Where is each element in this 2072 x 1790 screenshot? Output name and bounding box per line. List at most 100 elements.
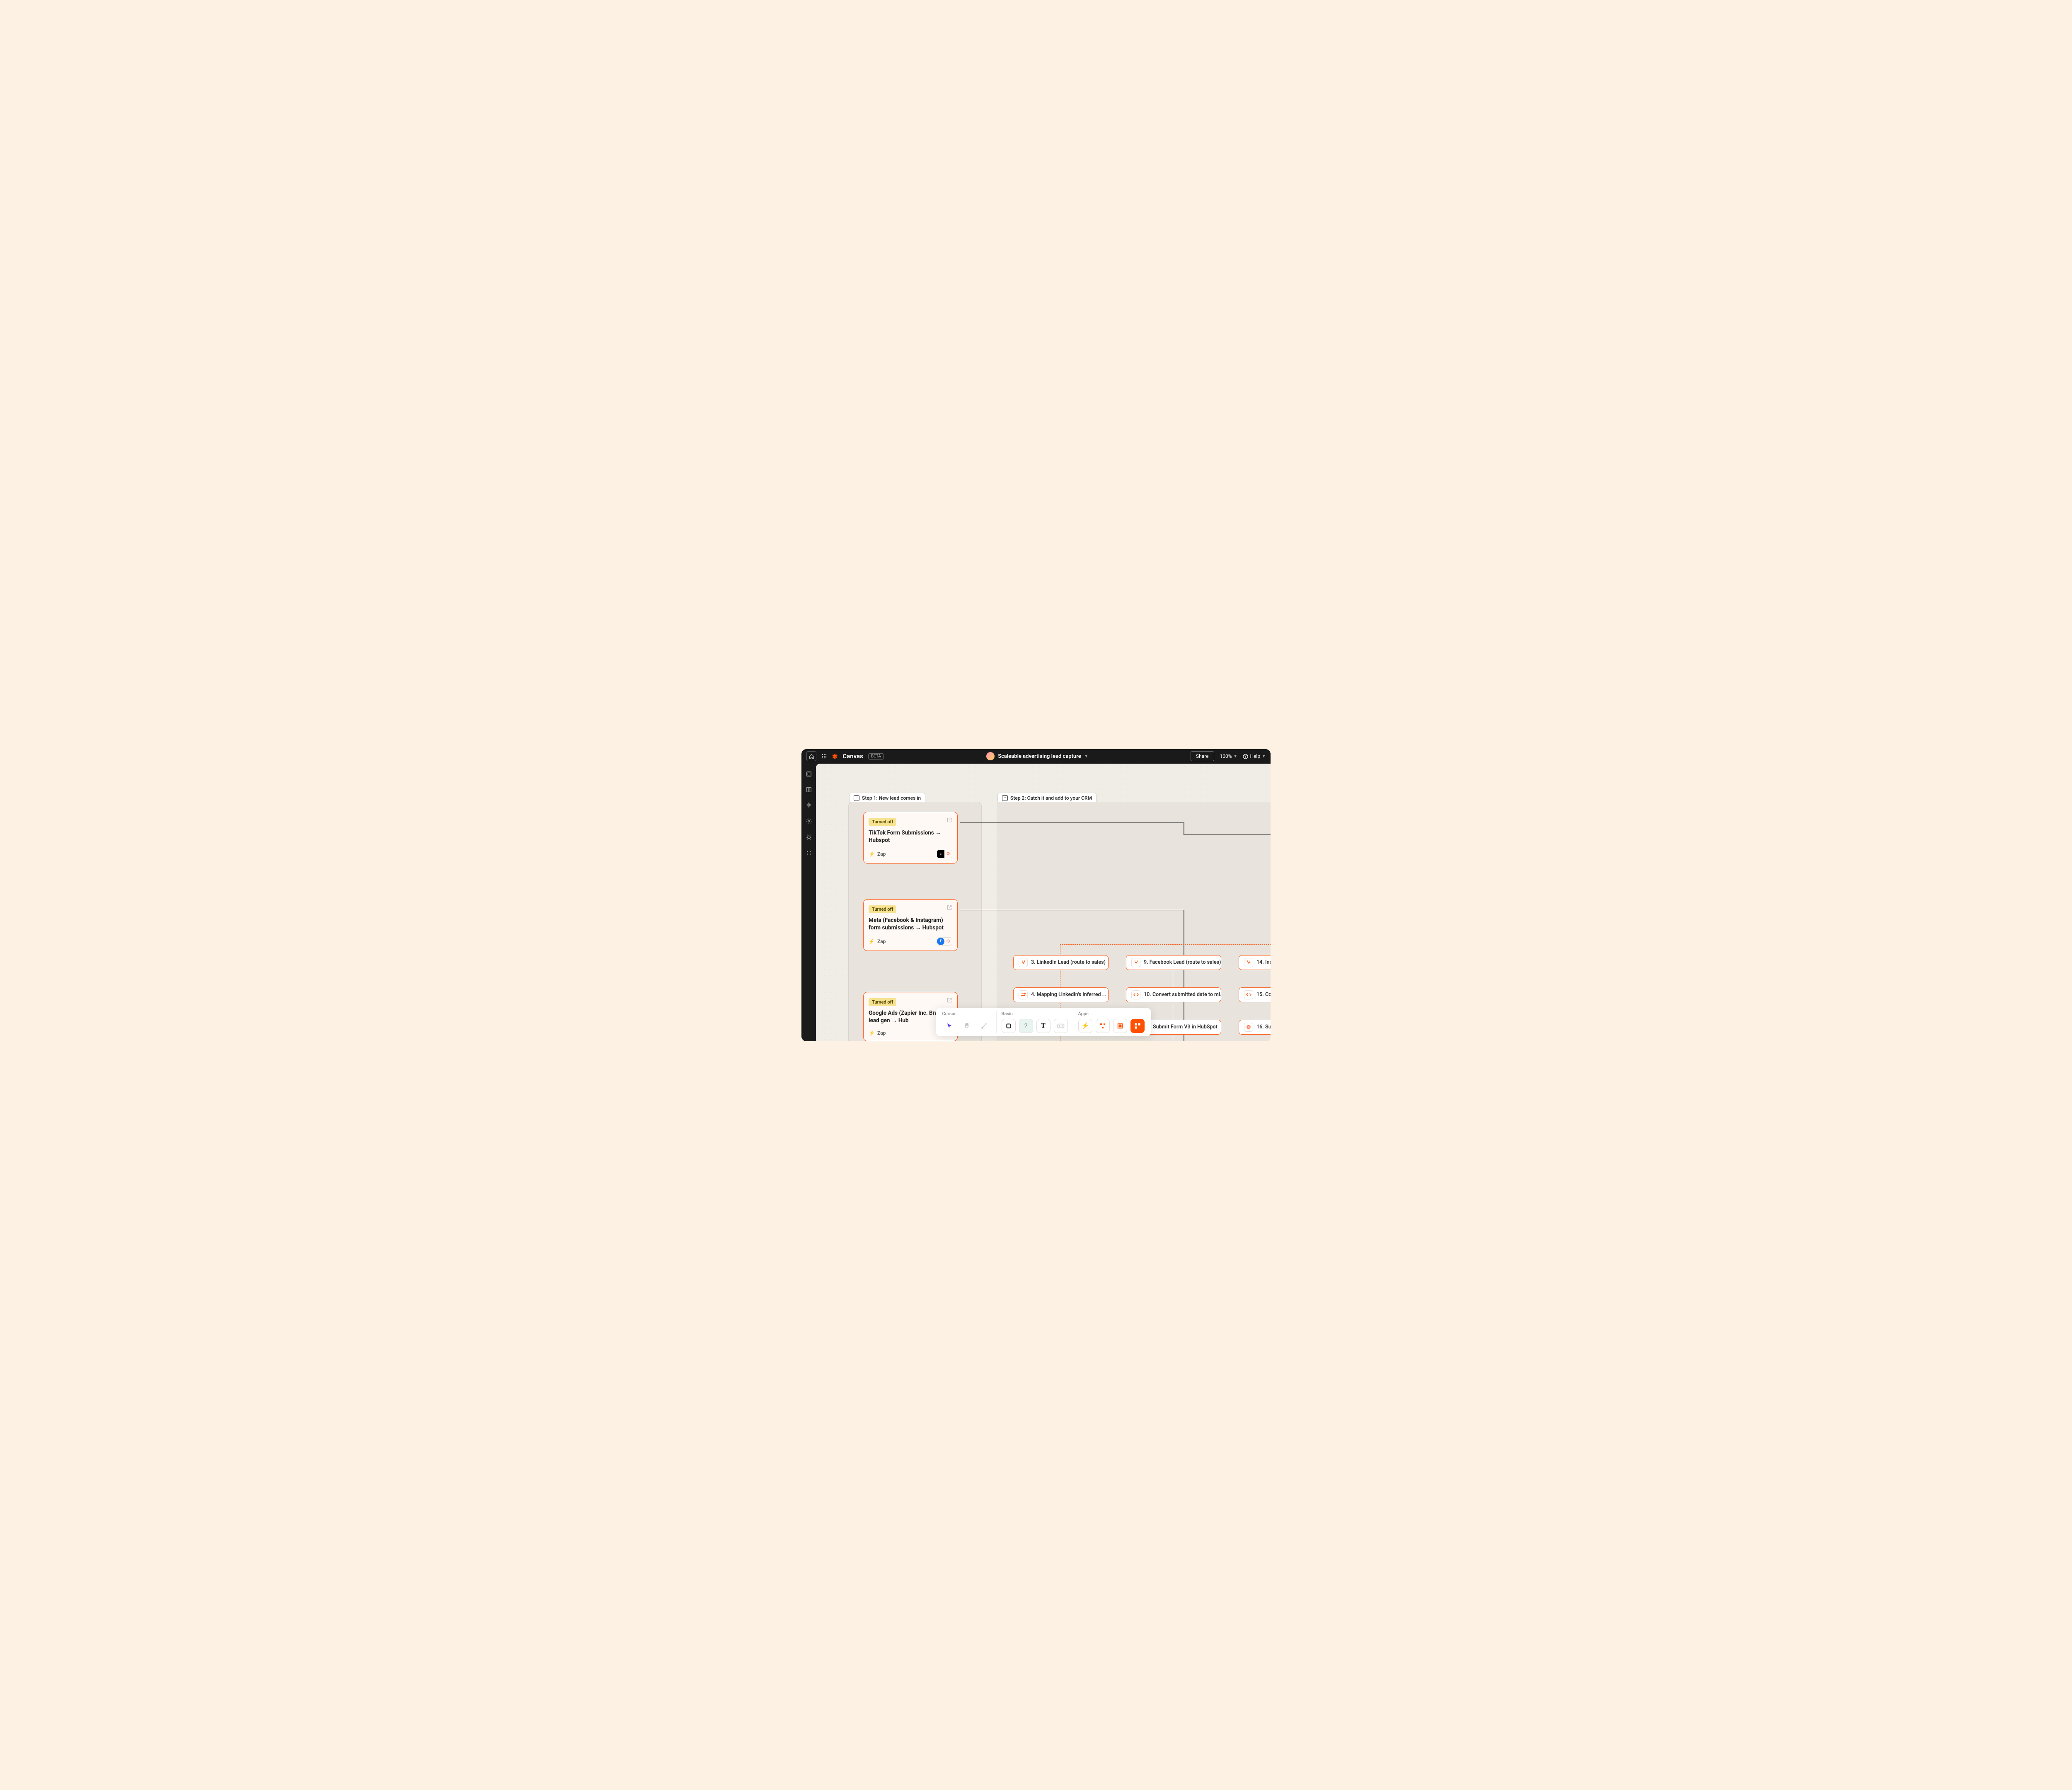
book-icon[interactable] (805, 786, 813, 793)
node-linkedin-lead[interactable]: 3. LinkedIn Lead (route to sales) (1013, 955, 1109, 970)
hubspot-icon: ⚙ (944, 850, 952, 858)
route-icon (1244, 958, 1253, 967)
tiktok-icon: ♪ (937, 850, 944, 858)
header: ✱ Canvas BETA Scaleable advertising lead… (801, 749, 1271, 764)
card-footer: ⚡Zap ♪ ⚙ (869, 850, 952, 858)
container-tool-button[interactable] (1054, 1019, 1068, 1033)
zap-label: ⚡Zap (869, 1030, 886, 1036)
node-label: 3. LinkedIn Lead (route to sales) (1031, 959, 1106, 965)
toolbar-group-cursor: Cursor (937, 1011, 997, 1033)
node-16[interactable]: ⚙ 16. Sub (1239, 1020, 1271, 1035)
node-14[interactable]: 14. Inst (1239, 955, 1271, 970)
toolbar-row (942, 1019, 991, 1033)
card-title: TikTok Form Submissions → Hubspot (869, 829, 952, 844)
toolbar-row: ⚡ (1078, 1019, 1145, 1033)
toolbar-row: ? T (1002, 1019, 1068, 1033)
zap-text: Zap (877, 939, 886, 944)
bolt-icon: ⚡ (869, 939, 875, 944)
facebook-icon: f (937, 938, 944, 945)
dots-icon[interactable] (805, 849, 813, 856)
table-app-button[interactable] (1113, 1019, 1127, 1033)
frame-icon[interactable] (805, 770, 813, 778)
app-icons: f ⚙ (937, 937, 952, 946)
zoom-dropdown[interactable]: 100%▼ (1220, 753, 1237, 759)
toolbar-label: Cursor (942, 1011, 991, 1016)
shape-tool-button[interactable] (1002, 1019, 1016, 1033)
node-label: 10. Convert submitted date to mi… (1144, 992, 1221, 998)
zoom-value: 100% (1220, 753, 1232, 759)
help-shape-button[interactable]: ? (1019, 1019, 1033, 1033)
node-label: Submit Form V3 in HubSpot (1153, 1024, 1218, 1030)
gear-icon[interactable] (805, 818, 813, 825)
home-button[interactable] (806, 751, 816, 761)
node-submit-hubspot[interactable]: Submit Form V3 in HubSpot (1147, 1020, 1221, 1035)
connector (1184, 834, 1271, 835)
beta-badge: BETA (868, 753, 884, 760)
hubspot-icon: ⚙ (1244, 1023, 1253, 1032)
route-icon (1019, 958, 1028, 967)
zapier-app-button[interactable] (1130, 1019, 1145, 1033)
bolt-icon: ⚡ (869, 1030, 875, 1036)
status-badge: Turned off (869, 905, 896, 913)
canvas[interactable]: ·· Step 1: New lead comes in ·· Step 2: … (816, 764, 1271, 1041)
open-icon[interactable] (946, 997, 952, 1003)
cursor-pointer-button[interactable] (942, 1019, 956, 1033)
chevron-down-icon: ▼ (1234, 754, 1237, 759)
card-footer: ⚡Zap f ⚙ (869, 937, 952, 946)
node-label: 14. Inst (1256, 959, 1271, 965)
zap-text: Zap (877, 1030, 886, 1036)
step-1-text: Step 1: New lead comes in (862, 795, 921, 801)
step-icon: ·· (1002, 795, 1008, 801)
help-label: Help (1250, 753, 1260, 759)
path-app-button[interactable] (1096, 1019, 1110, 1033)
node-label: 16. Sub (1256, 1024, 1271, 1030)
node-label: 4. Mapping LinkedIn's Inferred … (1031, 992, 1106, 998)
zap-text: Zap (877, 851, 886, 857)
sparkle-icon[interactable] (805, 802, 813, 809)
node-facebook-lead[interactable]: 9. Facebook Lead (route to sales) (1126, 955, 1221, 970)
avatar (986, 752, 995, 760)
card-title: Meta (Facebook & Instagram) form submiss… (869, 917, 952, 931)
node-label: 15. Cor (1256, 992, 1271, 998)
app-name: Canvas (842, 752, 863, 760)
filter-icon (1019, 990, 1028, 999)
code-icon (1244, 990, 1253, 999)
header-center[interactable]: Scaleable advertising lead capture ▼ (889, 752, 1186, 760)
toolbar-group-apps: Apps ⚡ (1073, 1011, 1150, 1033)
share-button[interactable]: Share (1191, 751, 1214, 761)
open-icon[interactable] (946, 817, 952, 823)
chevron-down-icon: ▼ (1084, 754, 1088, 759)
body: ·· Step 1: New lead comes in ·· Step 2: … (801, 764, 1271, 1041)
step-2-text: Step 2: Catch it and add to your CRM (1010, 795, 1092, 801)
apps-grid-icon[interactable] (821, 753, 827, 759)
step-icon: ·· (854, 795, 859, 801)
zap-label: ⚡Zap (869, 851, 886, 857)
connector-tool-button[interactable] (977, 1019, 991, 1033)
hubspot-icon: ⚙ (944, 938, 952, 945)
app-icons: ♪ ⚙ (937, 850, 952, 858)
route-icon (1131, 958, 1140, 967)
header-left: ✱ Canvas BETA (806, 751, 884, 761)
toolbar-label: Basic (1002, 1011, 1068, 1016)
bolt-icon: ⚡ (869, 851, 875, 857)
zap-card-tiktok[interactable]: Turned off TikTok Form Submissions → Hub… (863, 812, 958, 864)
bug-icon[interactable] (805, 833, 813, 841)
connector (960, 822, 1184, 823)
hand-tool-button[interactable] (960, 1019, 974, 1033)
status-badge: Turned off (869, 998, 896, 1006)
node-15[interactable]: 15. Cor (1239, 987, 1271, 1002)
node-convert-date[interactable]: 10. Convert submitted date to mi… (1126, 987, 1221, 1002)
toolbar-label: Apps (1078, 1011, 1145, 1016)
node-mapping-linkedin[interactable]: 4. Mapping LinkedIn's Inferred … (1013, 987, 1109, 1002)
app-frame: ✱ Canvas BETA Scaleable advertising lead… (801, 749, 1271, 1041)
chevron-down-icon: ▼ (1262, 754, 1266, 759)
help-dropdown[interactable]: Help▼ (1243, 753, 1266, 759)
zap-card-meta[interactable]: Turned off Meta (Facebook & Instagram) f… (863, 899, 958, 951)
toolbar: Cursor Basic ? T (936, 1008, 1151, 1036)
sidebar (801, 764, 816, 1041)
text-tool-button[interactable]: T (1036, 1019, 1051, 1033)
code-icon (1131, 990, 1140, 999)
open-icon[interactable] (946, 905, 952, 910)
zap-app-button[interactable]: ⚡ (1078, 1019, 1092, 1033)
connector (960, 910, 1184, 911)
